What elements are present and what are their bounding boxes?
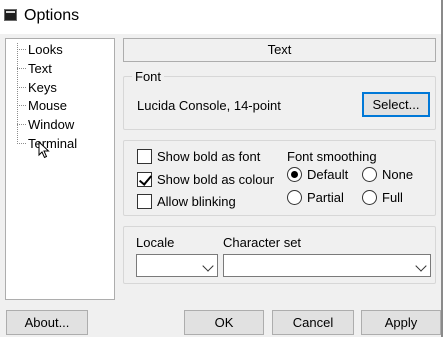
tree-item-keys[interactable]: Keys xyxy=(6,79,114,97)
font-group: Font Lucida Console, 14-point Select... xyxy=(123,69,436,130)
cancel-button[interactable]: Cancel xyxy=(272,310,354,335)
locale-label: Locale xyxy=(136,235,175,250)
mouse-pointer-icon xyxy=(38,141,50,159)
show-bold-as-font-checkbox[interactable] xyxy=(137,149,152,164)
tree-item-looks[interactable]: Looks xyxy=(6,41,114,59)
tree-item-label: Terminal xyxy=(28,136,78,151)
chevron-down-icon xyxy=(202,260,214,272)
character-set-label: Character set xyxy=(223,235,302,250)
section-header: Text xyxy=(123,38,436,62)
show-bold-as-colour-label: Show bold as colour xyxy=(157,172,275,187)
tree-item-label: Keys xyxy=(28,80,57,95)
smoothing-none-label: None xyxy=(382,167,414,182)
tree-item-text[interactable]: Text xyxy=(6,60,114,78)
locale-select[interactable] xyxy=(136,254,218,277)
window-title: Options xyxy=(24,7,80,24)
apply-button[interactable]: Apply xyxy=(361,310,441,335)
select-font-button[interactable]: Select... xyxy=(362,92,430,117)
font-smoothing-label: Font smoothing xyxy=(287,149,377,164)
smoothing-default-radio[interactable] xyxy=(287,167,302,182)
current-font: Lucida Console, 14-point xyxy=(137,98,281,113)
category-tree[interactable]: Looks Text Keys Mouse Window Terminal xyxy=(5,38,115,300)
show-bold-as-font-label: Show bold as font xyxy=(157,149,261,164)
smoothing-partial-radio[interactable] xyxy=(287,190,302,205)
tree-item-label: Looks xyxy=(28,42,63,57)
tree-item-label: Window xyxy=(28,117,75,132)
smoothing-none-radio[interactable] xyxy=(362,167,377,182)
smoothing-default-label: Default xyxy=(307,167,349,182)
tree-item-window[interactable]: Window xyxy=(6,116,114,134)
show-bold-as-colour-checkbox[interactable] xyxy=(137,172,152,187)
chevron-down-icon xyxy=(415,260,427,272)
allow-blinking-label: Allow blinking xyxy=(157,194,236,209)
title-bar: Options xyxy=(0,0,443,34)
smoothing-partial-label: Partial xyxy=(307,190,344,205)
tree-item-mouse[interactable]: Mouse xyxy=(6,97,114,115)
tree-item-label: Mouse xyxy=(28,98,68,113)
smoothing-full-radio[interactable] xyxy=(362,190,377,205)
ok-button[interactable]: OK xyxy=(184,310,264,335)
text-options-group: Show bold as font Show bold as colour Al… xyxy=(123,140,436,216)
font-group-title: Font xyxy=(132,69,165,84)
terminal-icon xyxy=(4,9,17,21)
smoothing-full-label: Full xyxy=(382,190,403,205)
allow-blinking-checkbox[interactable] xyxy=(137,194,152,209)
locale-group: Locale Character set xyxy=(123,226,436,284)
character-set-select[interactable] xyxy=(223,254,431,277)
tree-item-label: Text xyxy=(28,61,52,76)
about-button[interactable]: About... xyxy=(6,310,88,335)
tree-item-terminal[interactable]: Terminal xyxy=(6,135,114,153)
